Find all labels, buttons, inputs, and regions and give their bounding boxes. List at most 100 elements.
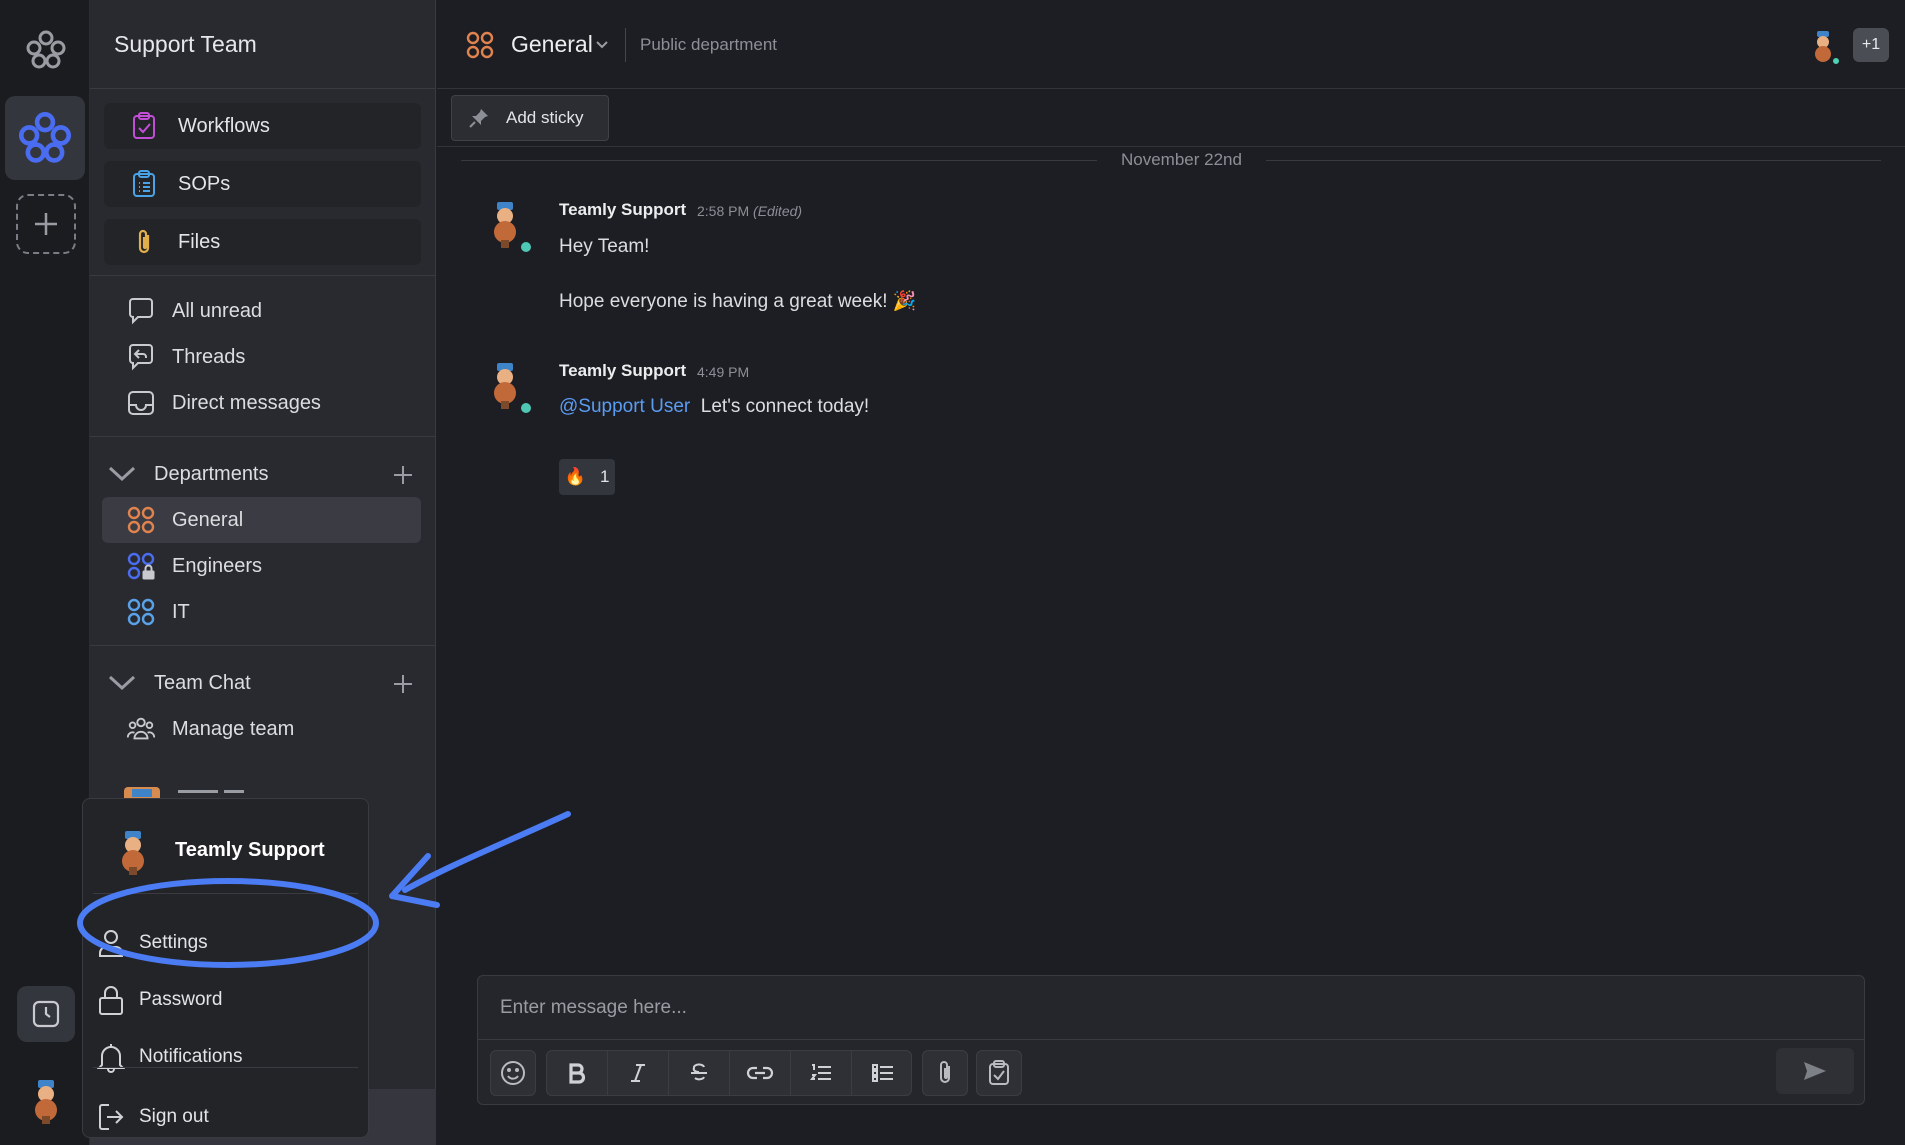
- team-chat-header[interactable]: Team Chat: [90, 660, 435, 706]
- message-author[interactable]: Teamly Support: [559, 200, 686, 220]
- workspace-switch-button[interactable]: [5, 96, 85, 180]
- attach-file-button[interactable]: [922, 1050, 968, 1096]
- lock-icon: [99, 986, 123, 1015]
- sidebar-item-direct-messages[interactable]: Direct messages: [90, 380, 435, 426]
- message-time: 2:58 PM (Edited): [697, 203, 803, 219]
- message-line: Hope everyone is having a great week! 🎉: [559, 291, 917, 312]
- add-sticky-button[interactable]: Add sticky: [451, 95, 609, 141]
- workspace-title[interactable]: Support Team: [90, 0, 435, 89]
- team-chat-section: Team Chat Manage team: [90, 646, 435, 762]
- message-composer: Enter message here...: [477, 975, 1865, 1105]
- message-line: Hey Team!: [559, 236, 650, 257]
- workspace-rail: [0, 0, 90, 1145]
- strikethrough-icon: [691, 1063, 707, 1081]
- add-department-icon[interactable]: [391, 463, 415, 487]
- italic-icon: [631, 1064, 645, 1082]
- sidebar-item-all-unread[interactable]: All unread: [90, 288, 435, 334]
- teamly-logo-icon[interactable]: [24, 28, 68, 72]
- reaction-emoji: 🔥: [564, 467, 586, 486]
- paperclip-icon: [128, 226, 160, 258]
- link-button[interactable]: [730, 1051, 791, 1095]
- message-author[interactable]: Teamly Support: [559, 361, 686, 381]
- user-icon: [99, 930, 123, 957]
- bullet-list-button[interactable]: [852, 1051, 913, 1095]
- menu-item-password[interactable]: Password: [97, 980, 222, 1020]
- menu-item-label: Password: [139, 989, 223, 1010]
- channel-name[interactable]: General: [511, 31, 593, 58]
- departments-section: Departments General Engineers IT: [90, 437, 435, 646]
- attach-workflow-button[interactable]: [976, 1050, 1022, 1096]
- menu-divider: [93, 893, 358, 894]
- online-status-indicator: [519, 240, 533, 254]
- send-button[interactable]: [1776, 1048, 1854, 1094]
- sidebar-item-manage-team[interactable]: Manage team: [90, 706, 435, 752]
- chevron-down-icon[interactable]: [104, 671, 140, 695]
- add-workspace-button[interactable]: [16, 194, 76, 254]
- bold-button[interactable]: [547, 1051, 608, 1095]
- sidebar-item-label: Engineers: [172, 554, 263, 577]
- online-status-indicator: [519, 401, 533, 415]
- department-icon: [127, 598, 155, 626]
- department-icon: [466, 31, 494, 59]
- emoji-button[interactable]: [490, 1050, 536, 1096]
- channel-header: General Public department +1: [437, 0, 1905, 89]
- italic-button[interactable]: [608, 1051, 669, 1095]
- sidebar-item-label: IT: [172, 600, 190, 623]
- online-status-indicator: [1831, 56, 1841, 66]
- sidebar-nav: All unread Threads Direct messages: [90, 276, 435, 437]
- sidebar-item-label: Manage team: [172, 717, 295, 740]
- menu-item-sign-out[interactable]: Sign out: [97, 1097, 209, 1137]
- bell-icon: [97, 1044, 125, 1073]
- sign-out-icon: [99, 1104, 124, 1130]
- sidebar-item-label: Threads: [172, 345, 246, 368]
- departments-header[interactable]: Departments: [90, 451, 435, 497]
- chevron-down-icon[interactable]: [595, 38, 609, 52]
- send-icon: [1804, 1062, 1826, 1080]
- sidebar-item-threads[interactable]: Threads: [90, 334, 435, 380]
- ordered-list-icon: [810, 1064, 831, 1080]
- sops-icon: [128, 168, 160, 200]
- pin-icon: [469, 109, 488, 128]
- emoji-icon: [501, 1061, 525, 1085]
- clock-icon[interactable]: [17, 986, 75, 1042]
- sticky-bar: Add sticky: [437, 89, 1905, 147]
- channel-type: Public department: [640, 35, 778, 54]
- member-count-badge[interactable]: +1: [1853, 28, 1889, 62]
- sidebar-item-label: General: [172, 508, 244, 531]
- partially-hidden-label: [178, 790, 268, 798]
- sidebar-item-label: Direct messages: [172, 391, 321, 414]
- main-panel: General Public department +1 Add sticky …: [437, 0, 1905, 1145]
- reaction-count: 1: [599, 467, 610, 486]
- header-divider: [625, 28, 626, 62]
- sidebar-item-label: All unread: [172, 299, 263, 322]
- sidebar-item-it[interactable]: IT: [102, 589, 421, 635]
- sidebar-tools: Workflows SOPs Files: [90, 89, 435, 276]
- ordered-list-button[interactable]: [791, 1051, 852, 1095]
- sidebar-item-sops[interactable]: SOPs: [104, 161, 421, 207]
- threads-icon: [126, 342, 156, 372]
- inbox-icon: [126, 388, 156, 418]
- sidebar-item-workflows[interactable]: Workflows: [104, 103, 421, 149]
- sidebar-item-general[interactable]: General: [102, 497, 421, 543]
- user-avatar[interactable]: [28, 1078, 64, 1124]
- sidebar-item-files[interactable]: Files: [104, 219, 421, 265]
- reaction-badge[interactable]: 🔥 1: [559, 459, 615, 495]
- strikethrough-button[interactable]: [669, 1051, 730, 1095]
- bold-icon: [569, 1063, 586, 1084]
- menu-item-notifications[interactable]: Notifications: [97, 1037, 243, 1077]
- sidebar-item-engineers[interactable]: Engineers: [102, 543, 421, 589]
- message-input[interactable]: Enter message here...: [478, 976, 1864, 1040]
- author-avatar[interactable]: [487, 361, 523, 409]
- add-chat-icon[interactable]: [391, 672, 415, 696]
- menu-divider: [93, 1067, 358, 1068]
- section-title: Departments: [154, 462, 269, 485]
- profile-name: Teamly Support: [175, 839, 325, 861]
- menu-item-settings[interactable]: Settings: [97, 923, 208, 963]
- chat-bubble-icon: [126, 296, 156, 326]
- text-format-group: [546, 1050, 912, 1096]
- message-time: 4:49 PM: [697, 364, 750, 380]
- user-mention[interactable]: @Support User: [559, 396, 690, 417]
- author-avatar[interactable]: [487, 200, 523, 248]
- chevron-down-icon[interactable]: [104, 462, 140, 486]
- team-icon: [126, 714, 156, 744]
